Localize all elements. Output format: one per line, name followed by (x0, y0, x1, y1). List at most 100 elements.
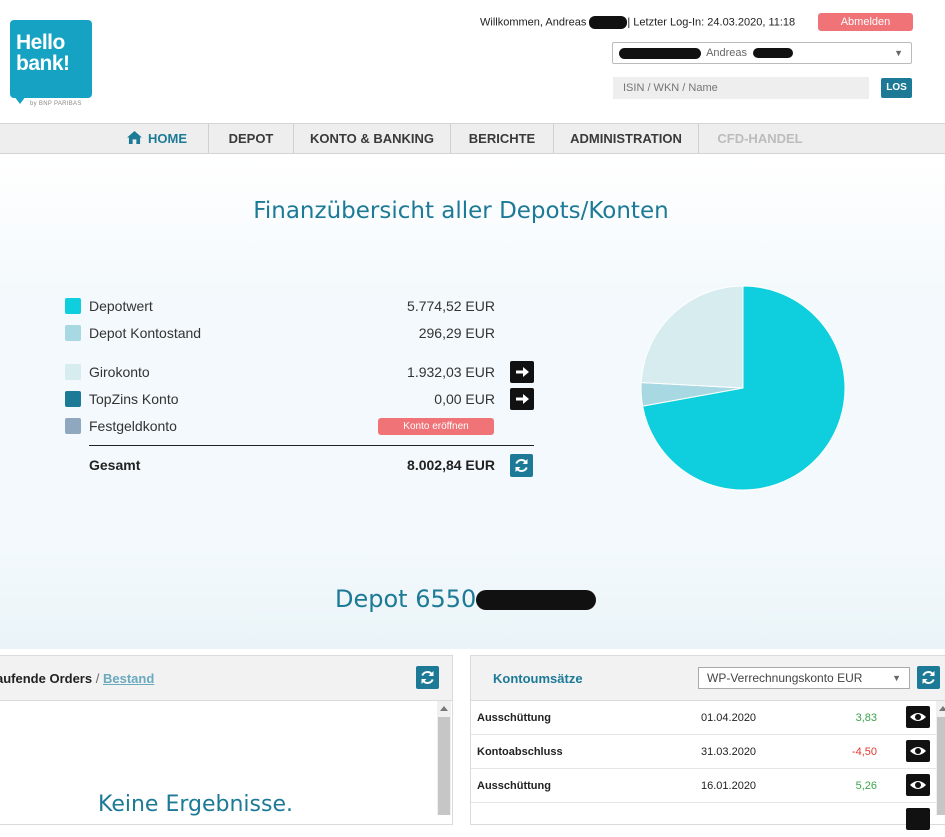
tab-bestand[interactable]: Bestand (103, 671, 154, 686)
hello-bank-logo[interactable]: Hello bank! (10, 20, 92, 98)
arrow-right-icon (516, 367, 529, 377)
legend-swatch (65, 364, 81, 380)
konto-select[interactable]: WP-Verrechnungskonto EUR ▼ (698, 667, 910, 689)
transaction-name: Ausschüttung (477, 712, 551, 724)
nav-administration[interactable]: ADMINISTRATION (554, 124, 699, 153)
scroll-up-icon (939, 706, 945, 711)
account-select-value: Andreas (706, 47, 748, 59)
transaction-amount: -4,50 (851, 746, 877, 758)
depot-title: Depot 6550 (335, 585, 597, 613)
view-transaction-button[interactable] (906, 774, 930, 796)
row-label: Depotwert (89, 298, 153, 314)
depot-title-text: Depot 6550 (335, 585, 477, 613)
row-value: 1.932,03 EUR (407, 364, 495, 380)
search-go-button[interactable]: LOS (881, 78, 912, 98)
account-select[interactable]: Andreas ▼ (612, 42, 912, 64)
girokonto-arrow-button[interactable] (510, 361, 534, 383)
overview-row-depot-kontostand: Depot Kontostand 296,29 EUR (65, 323, 535, 343)
welcome-message: Willkommen, Andreas | Letzter Log-In: 24.… (480, 16, 795, 29)
topzins-arrow-button[interactable] (510, 388, 534, 410)
transaction-date: 01.04.2020 (701, 712, 757, 724)
transaction-date: 31.03.2020 (701, 746, 757, 758)
eye-icon (910, 781, 926, 789)
konto-panel-title: Kontoumsätze (493, 671, 583, 686)
transaction-name: Ausschüttung (477, 780, 551, 792)
total-divider (89, 445, 534, 446)
nav-home[interactable]: HOME (106, 124, 209, 153)
tab-separator: / (95, 671, 100, 686)
eye-icon (910, 747, 926, 755)
konto-scrollbar[interactable] (936, 701, 945, 815)
legend-swatch (65, 418, 81, 434)
empty-message: Keine Ergebnisse. (98, 792, 293, 817)
view-transaction-button[interactable] (906, 808, 930, 830)
asset-pie-chart (640, 285, 846, 491)
row-label: Girokonto (89, 364, 150, 380)
konto-panel-header: Kontoumsätze WP-Verrechnungskonto EUR ▼ (471, 656, 945, 701)
transaction-amount: 5,26 (855, 780, 877, 792)
orders-panel-header: aufende Orders / Bestand (0, 656, 452, 701)
konto-select-value: WP-Verrechnungskonto EUR (707, 671, 863, 685)
chevron-down-icon: ▼ (894, 48, 903, 58)
redacted-account (619, 47, 701, 59)
transaction-row[interactable]: Kontoabschluss 31.03.2020 -4,50 (471, 735, 936, 769)
row-label: Festgeldkonto (89, 418, 177, 434)
chevron-down-icon: ▼ (892, 673, 901, 683)
transaction-row[interactable]: Ausschüttung 16.01.2020 5,26 (471, 769, 936, 803)
eye-icon (910, 713, 926, 721)
refresh-konto-button[interactable] (917, 666, 940, 689)
refresh-icon (421, 671, 434, 684)
transaction-row[interactable]: Ausschüttung 01.04.2020 3,83 (471, 701, 936, 735)
header: Hello bank! by BNP PARIBAS Willkommen, A… (0, 0, 945, 124)
overview-row-depotwert: Depotwert 5.774,52 EUR (65, 296, 535, 316)
overview-row-topzins: TopZins Konto 0,00 EUR (65, 388, 535, 410)
logo-line2: bank! (16, 52, 70, 75)
row-label: TopZins Konto (89, 391, 179, 407)
open-account-button[interactable]: Konto eröffnen (378, 418, 494, 435)
refresh-icon (922, 671, 935, 684)
orders-tabs: aufende Orders / Bestand (0, 671, 154, 686)
row-label: Depot Kontostand (89, 325, 202, 341)
transaction-row-partial (471, 803, 936, 837)
refresh-orders-button[interactable] (416, 666, 439, 689)
arrow-right-icon (516, 394, 529, 404)
nav-berichte[interactable]: BERICHTE (451, 124, 554, 153)
row-value: 5.774,52 EUR (407, 298, 495, 314)
transaction-amount: 3,83 (855, 712, 877, 724)
total-label: Gesamt (89, 457, 141, 473)
logo-speech-tail (14, 96, 26, 104)
transaction-name: Kontoabschluss (477, 746, 563, 758)
scroll-thumb[interactable] (438, 717, 450, 815)
redacted-depot-number (476, 590, 597, 610)
tab-laufende-orders[interactable]: aufende Orders (0, 671, 92, 686)
logo-line1: Hello (16, 31, 65, 54)
last-login-text: | Letzter Log-In: 24.03.2020, 11:18 (627, 16, 796, 29)
pie-slice-girokonto (640, 285, 744, 389)
search-input[interactable] (613, 77, 869, 99)
view-transaction-button[interactable] (906, 740, 930, 762)
row-value: 296,29 EUR (418, 325, 495, 341)
scroll-up-icon (440, 706, 448, 711)
refresh-icon (515, 459, 528, 472)
main-nav: HOME DEPOT KONTO & BANKING BERICHTE ADMI… (0, 123, 945, 154)
overview-row-girokonto: Girokonto 1.932,03 EUR (65, 361, 535, 383)
scroll-thumb[interactable] (937, 717, 945, 815)
legend-swatch (65, 325, 81, 341)
view-transaction-button[interactable] (906, 706, 930, 728)
home-icon (127, 131, 142, 144)
total-value: 8.002,84 EUR (407, 457, 495, 473)
legend-swatch (65, 391, 81, 407)
nav-depot[interactable]: DEPOT (209, 124, 294, 153)
redacted-account-tail (753, 48, 794, 59)
legend-swatch (65, 298, 81, 314)
transaction-date: 16.01.2020 (701, 780, 757, 792)
nav-home-label: HOME (148, 131, 187, 146)
refresh-overview-button[interactable] (510, 454, 533, 477)
nav-cfd-handel: CFD-HANDEL (717, 131, 803, 146)
nav-konto-banking[interactable]: KONTO & BANKING (294, 124, 451, 153)
logout-button[interactable]: Abmelden (818, 13, 913, 31)
orders-scrollbar[interactable] (437, 701, 451, 815)
row-value: 0,00 EUR (434, 391, 495, 407)
welcome-text: Willkommen, Andreas (480, 16, 587, 29)
overview-title: Finanzübersicht aller Depots/Konten (253, 198, 669, 224)
